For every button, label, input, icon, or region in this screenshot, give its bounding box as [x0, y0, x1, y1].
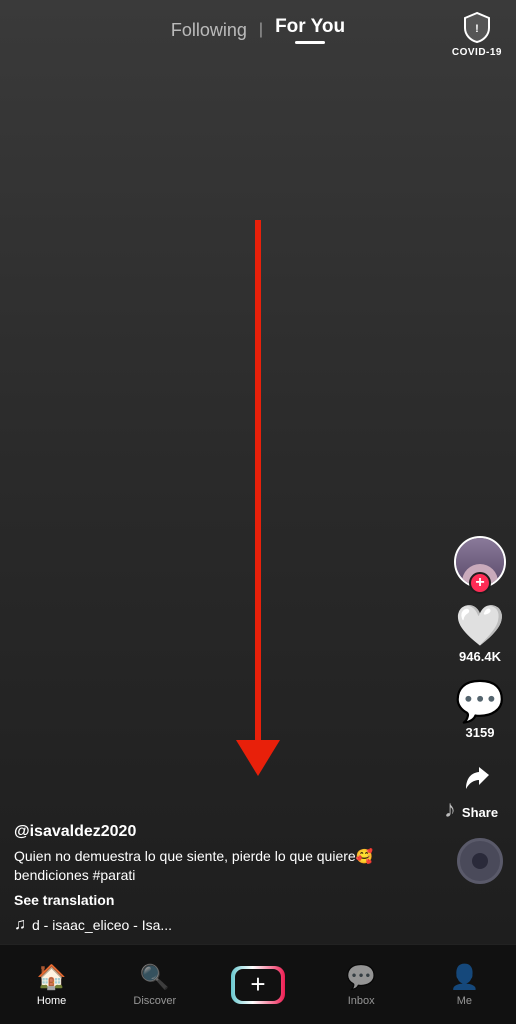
music-disc[interactable] [457, 838, 503, 884]
comment-icon: 💬 [455, 682, 505, 722]
nav-inbox[interactable]: 💬 Inbox [310, 963, 413, 1007]
like-action[interactable]: 🤍 946.4K [455, 606, 505, 664]
music-disc-center [472, 853, 488, 869]
me-label: Me [457, 995, 472, 1007]
home-label: Home [37, 995, 66, 1007]
heart-icon: 🤍 [455, 606, 505, 646]
share-action[interactable]: Share [458, 758, 502, 820]
inbox-label: Inbox [348, 995, 375, 1007]
arrow-line [255, 220, 261, 740]
covid-shield-icon: ! [458, 8, 496, 46]
search-icon: 🔍 [140, 963, 170, 992]
nav-create[interactable]: + [206, 966, 309, 1004]
inbox-icon: 💬 [346, 963, 376, 992]
nav-me[interactable]: 👤 Me [413, 963, 516, 1007]
nav-home[interactable]: 🏠 Home [0, 963, 103, 1007]
see-translation-button[interactable]: See translation [14, 892, 436, 908]
creator-username[interactable]: @isavaldez2020 [14, 823, 436, 841]
video-info-panel: @isavaldez2020 Quien no demuestra lo que… [14, 823, 436, 934]
plus-icon: + [235, 969, 281, 1001]
nav-following-tab[interactable]: Following [159, 20, 259, 41]
creator-avatar[interactable]: + [454, 536, 506, 588]
comment-action[interactable]: 💬 3159 [455, 682, 505, 740]
svg-text:!: ! [475, 23, 479, 35]
profile-icon: 👤 [449, 963, 479, 992]
covid-label: COVID-19 [452, 47, 502, 58]
nav-for-you-tab[interactable]: For You [263, 16, 357, 44]
share-label: Share [462, 805, 498, 820]
music-info-row[interactable]: ♫ d - isaac_eliceo - Isa... [14, 916, 436, 934]
music-note-icon: ♫ [14, 916, 26, 934]
home-icon: 🏠 [37, 963, 67, 992]
right-actions-panel: + 🤍 946.4K 💬 3159 Share [454, 536, 506, 884]
music-track-name: d - isaac_eliceo - Isa... [32, 917, 172, 933]
covid-button[interactable]: ! COVID-19 [452, 8, 502, 58]
bottom-navigation: 🏠 Home 🔍 Discover + 💬 Inbox 👤 Me [0, 944, 516, 1024]
follow-plus-icon[interactable]: + [469, 572, 491, 594]
top-nav: Following | For You ! COVID-19 [0, 0, 516, 60]
red-arrow-annotation [236, 220, 280, 776]
nav-discover[interactable]: 🔍 Discover [103, 963, 206, 1007]
discover-label: Discover [133, 995, 176, 1007]
comment-count: 3159 [466, 725, 495, 740]
share-icon [458, 758, 502, 802]
create-button[interactable]: + [231, 966, 285, 1004]
like-count: 946.4K [459, 649, 501, 664]
arrow-head [236, 740, 280, 776]
video-caption: Quien no demuestra lo que siente, pierde… [14, 847, 436, 886]
floating-music-note: ♪ [444, 796, 456, 824]
